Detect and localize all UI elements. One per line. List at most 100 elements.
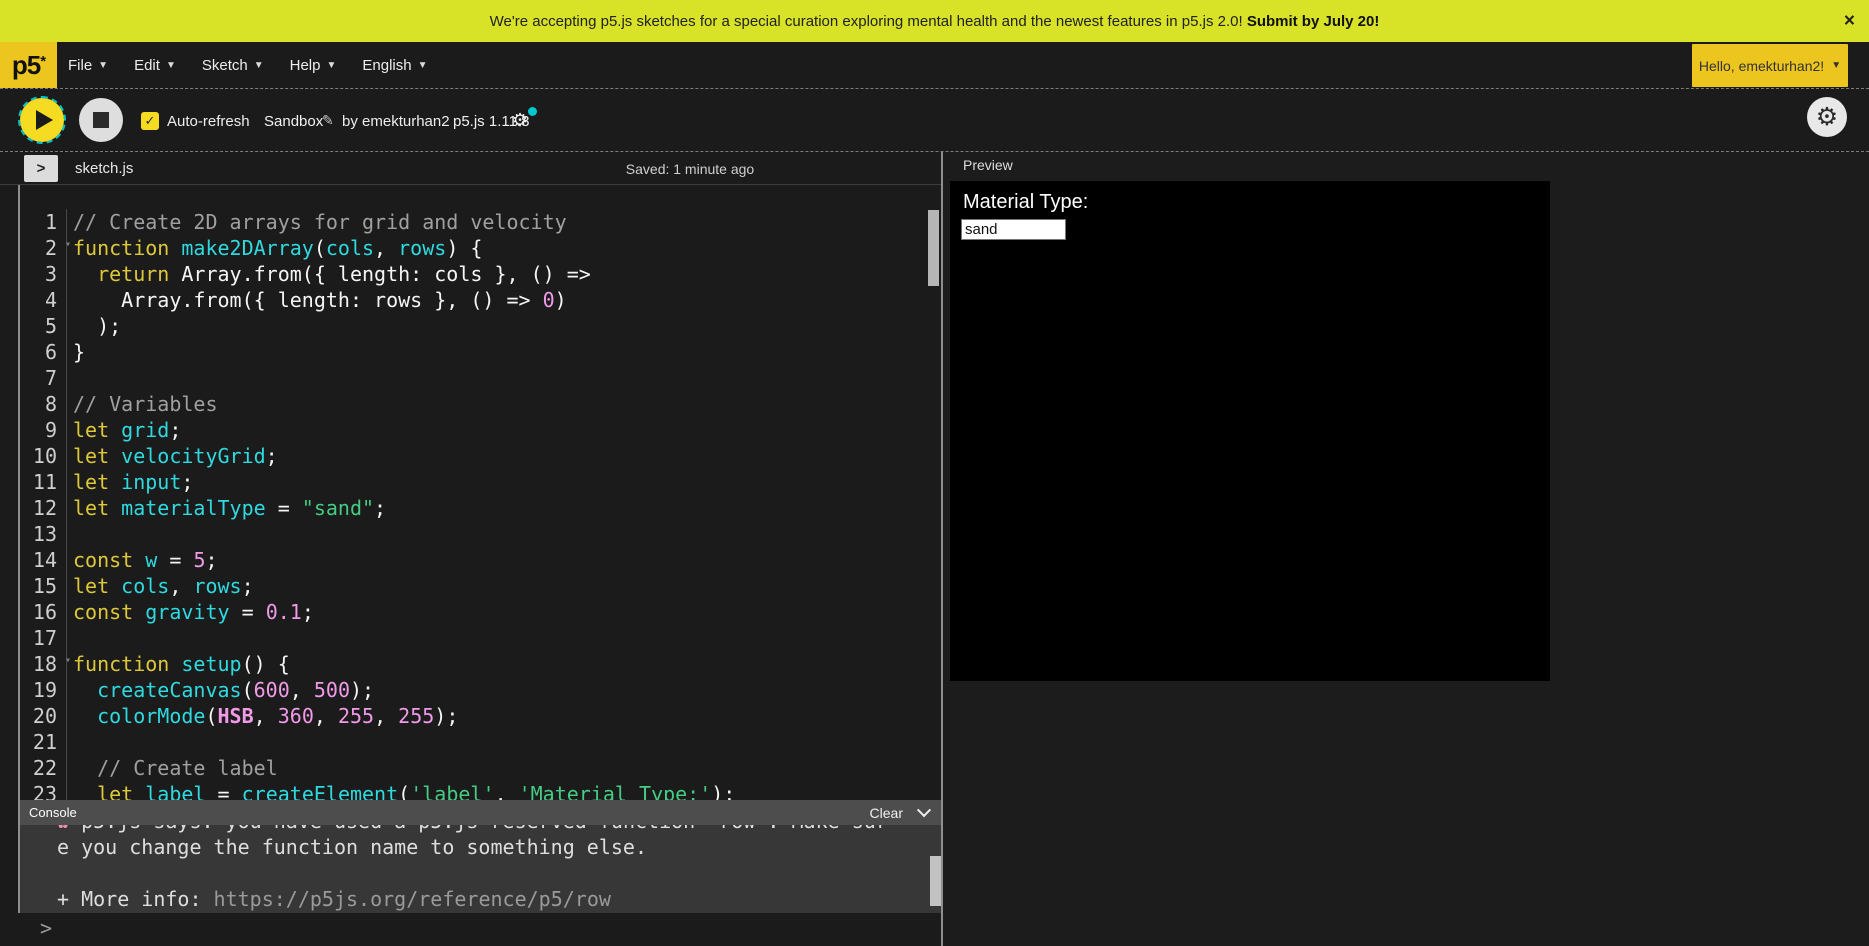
material-type-input[interactable] xyxy=(961,219,1066,240)
stop-icon xyxy=(93,112,109,128)
code-line: 4 Array.from({ length: rows }, () => 0) xyxy=(20,287,922,313)
stop-button[interactable] xyxy=(79,98,123,142)
console-collapse-chevron-icon[interactable] xyxy=(917,803,931,817)
console-scrollbar[interactable] xyxy=(930,856,941,906)
code-line: 18▾function setup() { xyxy=(20,651,922,677)
tab-sketch-js[interactable]: sketch.js xyxy=(75,152,133,185)
code-line: 19 createCanvas(600, 500); xyxy=(20,677,922,703)
line-number: 16 xyxy=(20,599,67,625)
code-text: function make2DArray(cols, rows) { xyxy=(67,235,482,261)
menu-label: File xyxy=(68,57,92,74)
line-number: 9 xyxy=(20,417,67,443)
toolbar: ✓ Auto-refresh Sandbox ✎ by emekturhan2 … xyxy=(0,88,1869,152)
code-text: return Array.from({ length: cols }, () =… xyxy=(67,261,591,287)
version-settings-gear-icon[interactable]: ⚙ xyxy=(512,110,528,131)
fold-arrow-icon[interactable]: ▾ xyxy=(65,656,71,666)
code-line: 12let materialType = "sand"; xyxy=(20,495,922,521)
code-text: } xyxy=(67,339,85,365)
line-number: 12 xyxy=(20,495,67,521)
editor-tabbar: > sketch.js Saved: 1 minute ago xyxy=(0,152,941,185)
sidebar-toggle-button[interactable]: > xyxy=(24,155,58,182)
code-line: 22 // Create label xyxy=(20,755,922,781)
code-line: 15let cols, rows; xyxy=(20,573,922,599)
menu-label: Edit xyxy=(134,57,160,74)
code-text: colorMode(HSB, 360, 255, 255); xyxy=(67,703,458,729)
auto-refresh-label[interactable]: Auto-refresh xyxy=(167,113,250,130)
line-number: 19 xyxy=(20,677,67,703)
sketch-canvas[interactable]: Material Type: xyxy=(950,181,1550,681)
editor-scrollbar[interactable] xyxy=(928,210,939,286)
line-number: 8 xyxy=(20,391,67,417)
code-text: const gravity = 0.1; xyxy=(67,599,314,625)
menu-sketch[interactable]: Sketch ▼ xyxy=(202,57,264,74)
line-number: 14 xyxy=(20,547,67,573)
preview-panel: Preview Material Type: xyxy=(943,152,1869,946)
project-byline: by emekturhan2 xyxy=(342,113,450,130)
chevron-down-icon: ▼ xyxy=(98,60,108,71)
code-text xyxy=(67,365,73,391)
account-button[interactable]: Hello, emekturhan2!▼ xyxy=(1692,44,1848,87)
line-number: 22 xyxy=(20,755,67,781)
console-message-line xyxy=(57,860,941,886)
code-text: let velocityGrid; xyxy=(67,443,278,469)
line-number: 18▾ xyxy=(20,651,67,677)
code-text: let grid; xyxy=(67,417,181,443)
code-line: 3 return Array.from({ length: cols }, ()… xyxy=(20,261,922,287)
menu-help[interactable]: Help▼ xyxy=(290,57,337,74)
code-text: createCanvas(600, 500); xyxy=(67,677,374,703)
checkmark-icon: ✓ xyxy=(145,113,156,129)
console-title: Console xyxy=(29,805,77,820)
code-text: const w = 5; xyxy=(67,547,218,573)
console-text: e you change the function name to someth… xyxy=(57,835,647,859)
flower-icon: ✿ xyxy=(57,825,81,833)
menu-bar: File▼Edit▼Sketch▼Help▼English▼ xyxy=(68,42,427,88)
code-editor[interactable]: 1// Create 2D arrays for grid and veloci… xyxy=(20,185,922,800)
code-text: let materialType = "sand"; xyxy=(67,495,386,521)
code-line: 10let velocityGrid; xyxy=(20,443,922,469)
line-number: 3 xyxy=(20,261,67,287)
code-line: 8// Variables xyxy=(20,391,922,417)
line-number: 2▾ xyxy=(20,235,67,261)
code-line: 20 colorMode(HSB, 360, 255, 255); xyxy=(20,703,922,729)
line-number: 5 xyxy=(20,313,67,339)
promo-banner-text-bold[interactable]: Submit by July 20! xyxy=(1247,13,1380,30)
promo-banner: We're accepting p5.js sketches for a spe… xyxy=(0,0,1869,42)
menu-english[interactable]: English▼ xyxy=(362,57,427,74)
p5-logo[interactable]: p5* xyxy=(0,42,57,88)
code-line: 1// Create 2D arrays for grid and veloci… xyxy=(20,209,922,235)
line-number: 10 xyxy=(20,443,67,469)
fold-arrow-icon[interactable]: ▾ xyxy=(65,240,71,250)
menu-edit[interactable]: Edit▼ xyxy=(134,57,176,74)
main-content: > sketch.js Saved: 1 minute ago 1// Crea… xyxy=(0,152,1869,946)
preview-title: Preview xyxy=(963,157,1013,173)
line-number: 23 xyxy=(20,781,67,800)
line-number: 11 xyxy=(20,469,67,495)
play-button[interactable] xyxy=(20,98,64,142)
code-line: 17 xyxy=(20,625,922,651)
menu-label: Sketch xyxy=(202,57,248,74)
console-prompt[interactable]: > xyxy=(40,916,52,940)
code-text: let cols, rows; xyxy=(67,573,254,599)
chevron-down-icon: ▼ xyxy=(326,60,336,71)
chevron-down-icon: ▼ xyxy=(254,60,264,71)
chevron-down-icon: ▼ xyxy=(418,60,428,71)
console-message-line: ✿ p5.js says: you have used a p5.js rese… xyxy=(57,825,941,834)
code-line: 9let grid; xyxy=(20,417,922,443)
code-line: 16const gravity = 0.1; xyxy=(20,599,922,625)
code-text: // Create 2D arrays for grid and velocit… xyxy=(67,209,567,235)
code-line: 11let input; xyxy=(20,469,922,495)
play-icon xyxy=(36,110,53,130)
edit-project-name-icon[interactable]: ✎ xyxy=(322,112,334,129)
close-icon[interactable]: × xyxy=(1844,12,1855,31)
line-number: 17 xyxy=(20,625,67,651)
settings-gear-button[interactable]: ⚙ xyxy=(1807,97,1847,137)
menu-file[interactable]: File ▼ xyxy=(68,57,108,74)
console-header: Console Clear xyxy=(20,800,941,825)
console-clear-button[interactable]: Clear xyxy=(870,805,903,821)
code-text: // Variables xyxy=(67,391,218,417)
code-text xyxy=(67,625,73,651)
auto-refresh-checkbox[interactable]: ✓ xyxy=(141,112,159,130)
console-reference-link[interactable]: https://p5js.org/reference/p5/row xyxy=(214,887,611,911)
code-line: 14const w = 5; xyxy=(20,547,922,573)
line-number: 1 xyxy=(20,209,67,235)
